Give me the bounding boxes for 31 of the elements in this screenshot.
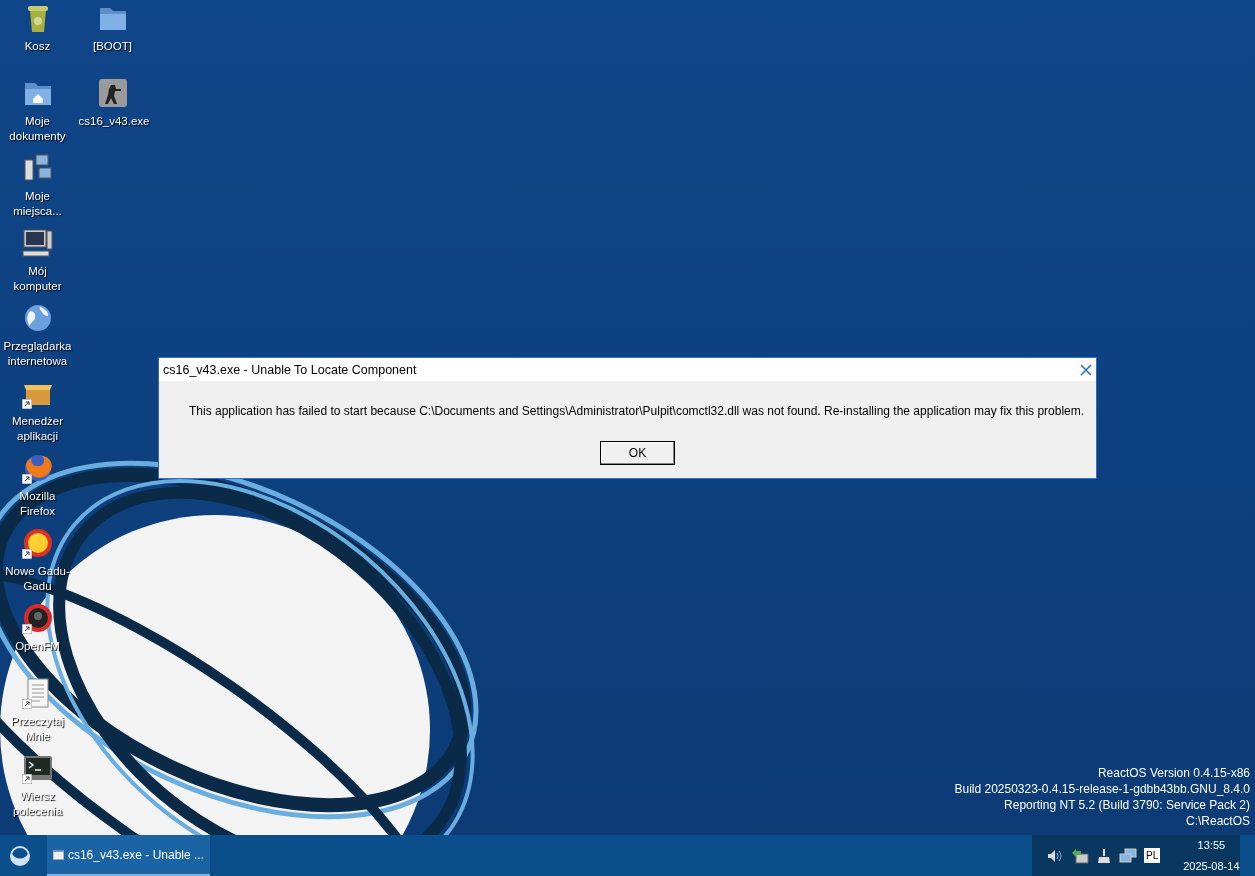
sun-icon[interactable] xyxy=(21,527,54,559)
icon-label[interactable]: Przeczytaj Mnie xyxy=(3,714,72,744)
taskbar-button[interactable]: cs16_v43.exe - Unable ... xyxy=(47,835,210,876)
network-icon[interactable] xyxy=(21,152,54,184)
dialog-title: cs16_v43.exe - Unable To Locate Component xyxy=(163,362,417,377)
version-text: Reporting NT 5.2 (Build 3790: Service Pack 2) xyxy=(1004,797,1250,813)
keyboard-layout[interactable]: PL xyxy=(1144,848,1161,863)
icon-label[interactable]: Nowe Gadu-Gadu xyxy=(3,564,72,594)
game-icon[interactable] xyxy=(96,77,129,109)
start-icon[interactable] xyxy=(9,845,31,866)
network-icon[interactable] xyxy=(1119,847,1137,864)
monitor-arrow-icon[interactable] xyxy=(1071,847,1089,864)
icon-label[interactable]: cs16_v43.exe xyxy=(78,114,147,129)
version-text: ReactOS Version 0.4.15-x86 xyxy=(1097,765,1250,781)
clock-time[interactable]: 13:55 xyxy=(1197,839,1226,851)
icon-label[interactable]: [BOOT] xyxy=(78,39,147,54)
computer-icon[interactable] xyxy=(21,227,54,259)
error-message: This application has failed to start because C:\Documents and Settings\Administrator\Pulpit\comctl32.dll was not found. Re-installing the application may fix this problem. xyxy=(189,404,1085,418)
icon-label[interactable]: Moje dokumenty xyxy=(3,114,72,144)
clock-date[interactable]: 2025-08-14 xyxy=(1183,860,1240,872)
icon-label[interactable]: Mozilla Firefox xyxy=(3,489,72,519)
icon-label[interactable]: Moje miejsca... xyxy=(3,189,72,219)
ok-button[interactable]: OK xyxy=(600,441,675,465)
broom-icon[interactable] xyxy=(1096,847,1112,864)
icon-label[interactable]: Przeglądarka internetowa xyxy=(3,339,72,369)
icon-label[interactable]: Menedżer aplikacji xyxy=(3,414,72,444)
close-icon[interactable] xyxy=(1080,363,1092,376)
version-text: C:\ReactOS xyxy=(1185,813,1250,829)
icon-label[interactable]: Mój komputer xyxy=(3,264,72,294)
icon-label[interactable]: Kosz xyxy=(3,39,72,54)
version-text: Build 20250323-0.4.15-release-1-gdbb43bb.GNU_8.4.0 xyxy=(954,781,1250,797)
